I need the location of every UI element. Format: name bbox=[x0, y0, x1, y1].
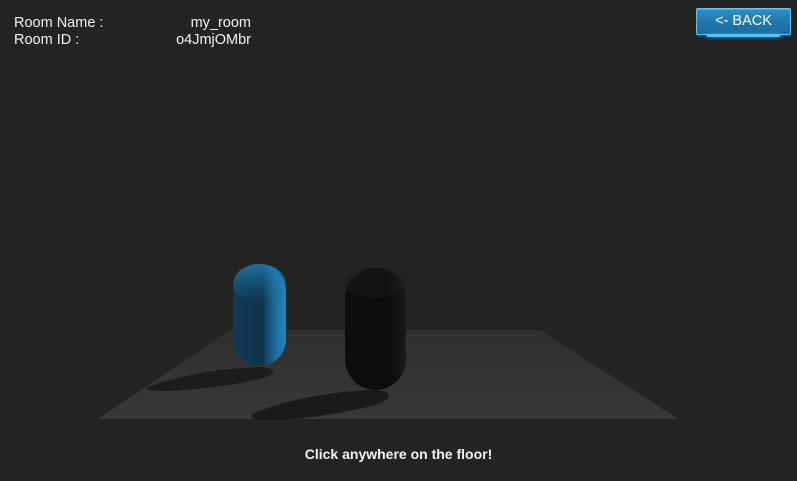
room-name-label: Room Name : bbox=[14, 15, 104, 31]
room-name-row: Room Name : my_room bbox=[14, 15, 254, 32]
black-avatar[interactable] bbox=[345, 268, 406, 390]
room-id-row: Room ID : o4JmjOMbr bbox=[14, 32, 254, 49]
back-button[interactable]: <- BACK bbox=[696, 8, 791, 37]
blue-avatar[interactable] bbox=[233, 264, 286, 366]
room-info-panel: Room Name : my_room Room ID : o4JmjOMbr bbox=[14, 15, 254, 49]
scene-canvas[interactable] bbox=[0, 0, 797, 481]
room-id-label: Room ID : bbox=[14, 32, 80, 48]
room-name-value: my_room bbox=[190, 15, 251, 31]
game-viewport[interactable]: Room Name : my_room Room ID : o4JmjOMbr … bbox=[0, 0, 797, 481]
floor-hint-text: Click anywhere on the floor! bbox=[304, 446, 493, 462]
room-id-value: o4JmjOMbr bbox=[176, 32, 251, 48]
